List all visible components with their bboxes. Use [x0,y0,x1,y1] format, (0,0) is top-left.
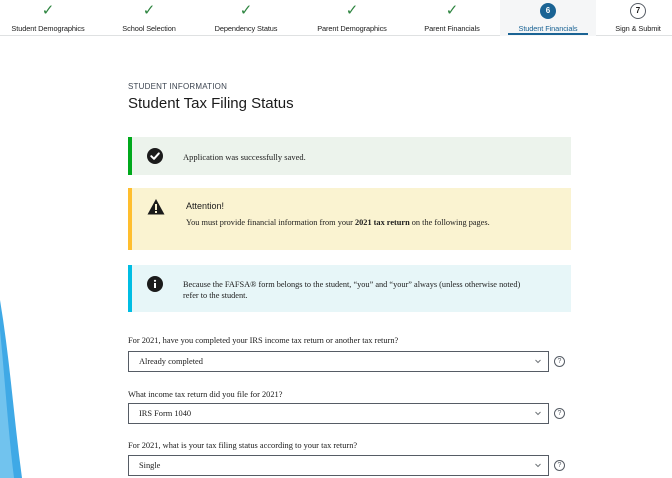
step-number-badge: 6 [540,3,556,19]
step-label: Student Financials [518,24,578,33]
info-message: Because the FAFSA® form belongs to the s… [183,280,521,300]
help-icon[interactable]: ? [554,460,565,471]
question-label: For 2021, have you completed your IRS in… [128,336,399,345]
warning-message: You must provide financial information f… [186,218,490,227]
tax-filing-status-select[interactable]: Single [128,455,549,476]
warning-alert: Attention! You must provide financial in… [128,188,571,250]
completed-tax-return-select[interactable]: Already completed [128,351,549,372]
help-icon[interactable]: ? [554,408,565,419]
select-value: Already completed [139,357,203,366]
page-title: Student Tax Filing Status [128,95,294,112]
checkmark-icon: ✓ [142,1,156,19]
success-message: Application was successfully saved. [183,152,306,162]
chevron-down-icon [535,359,541,364]
step-student-demographics[interactable]: ✓ Student Demographics [0,0,96,36]
chevron-down-icon [535,411,541,416]
step-parent-financials[interactable]: ✓ Parent Financials [406,0,498,36]
checkmark-icon: ✓ [445,1,459,19]
checkmark-icon: ✓ [239,1,253,19]
step-number-badge: 7 [630,3,646,19]
warning-triangle-icon [147,199,165,215]
check-circle-icon [147,148,163,164]
tax-return-type-select[interactable]: IRS Form 1040 [128,403,549,424]
alert-accent-bar [128,137,132,175]
progress-stepper: ✓ Student Demographics ✓ School Selectio… [0,0,672,36]
tax-return-emphasis: 2021 tax return [355,218,410,227]
step-parent-demographics[interactable]: ✓ Parent Demographics [302,0,402,36]
current-step-underline [508,33,588,35]
step-label: Dependency Status [214,24,278,33]
info-alert: Because the FAFSA® form belongs to the s… [128,265,571,312]
step-label: School Selection [122,24,176,33]
warning-heading: Attention! [186,201,225,211]
step-student-financials[interactable]: 6 Student Financials [500,0,596,36]
section-eyebrow: STUDENT INFORMATION [128,82,228,91]
checkmark-icon: ✓ [345,1,359,19]
info-circle-icon [147,276,163,292]
step-label: Parent Financials [424,24,480,33]
question-label: For 2021, what is your tax filing status… [128,441,358,450]
step-dependency-status[interactable]: ✓ Dependency Status [198,0,294,36]
step-sign-submit[interactable]: 7 Sign & Submit [604,0,672,36]
select-value: Single [139,461,161,470]
success-alert: Application was successfully saved. [128,137,571,175]
step-label: Student Demographics [11,24,85,33]
select-value: IRS Form 1040 [139,409,192,418]
alert-accent-bar [128,265,132,312]
step-school-selection[interactable]: ✓ School Selection [106,0,192,36]
decorative-blue-sweep [0,300,22,478]
step-label: Parent Demographics [317,24,387,33]
question-label: What income tax return did you file for … [128,390,283,399]
checkmark-icon: ✓ [41,1,55,19]
chevron-down-icon [535,463,541,468]
step-label: Sign & Submit [615,24,661,33]
alert-accent-bar [128,188,132,250]
help-icon[interactable]: ? [554,356,565,367]
